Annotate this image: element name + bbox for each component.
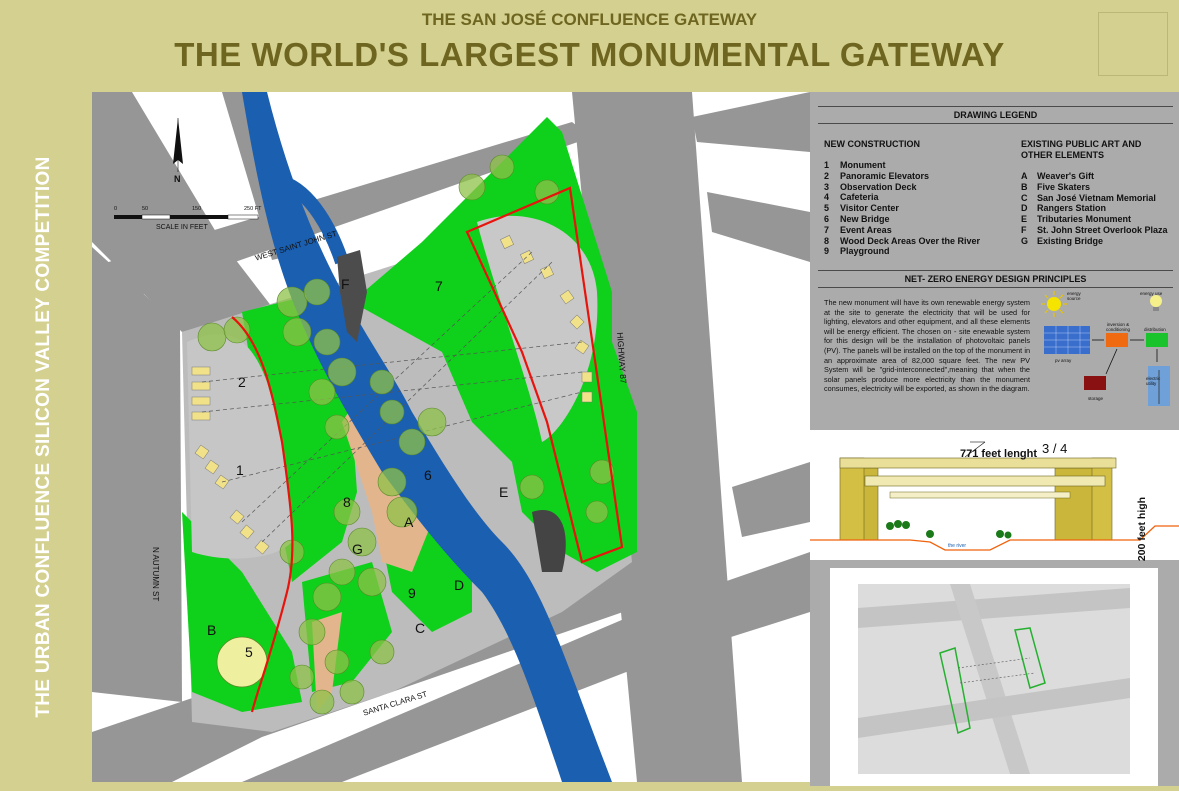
new-construction-title: NEW CONSTRUCTION: [824, 139, 920, 149]
net-zero-heading: NET- ZERO ENERGY DESIGN PRINCIPLES: [818, 270, 1173, 288]
area-label-d: D: [454, 577, 465, 593]
storage-box: [1084, 376, 1106, 390]
scale-bar: [114, 214, 259, 220]
aerial-photo-frame: [830, 568, 1158, 786]
distribution-box: [1146, 333, 1168, 347]
visitor-center-circle: [216, 636, 268, 688]
street-autumn: N AUTUMN ST: [151, 547, 160, 602]
legend-item-e: E Tributaries Monument: [1021, 214, 1132, 225]
existing-title-line1: EXISTING PUBLIC ART AND: [1021, 139, 1142, 149]
area-label-f: F: [341, 276, 350, 292]
legend-item-c: C San José Vietnam Memorial: [1021, 192, 1156, 203]
area-label-c: C: [415, 620, 426, 636]
north-label: N: [174, 174, 181, 184]
side-title: THE URBAN CONFLUENCE SILICON VALLEY COMP…: [4, 92, 84, 782]
legend-item-6: 6 New Bridge: [824, 213, 890, 224]
legend-item-1: 1 Monument: [824, 160, 886, 170]
net-zero-text: The new monument will have its own renew…: [824, 298, 1030, 394]
utility-label: electric utility: [1146, 376, 1161, 386]
drawing-legend-heading: DRAWING LEGEND: [818, 106, 1173, 124]
legend-item-b: B Five Skaters: [1021, 181, 1091, 192]
pv-array-label: pv array: [1055, 358, 1072, 363]
existing-title-line2: OTHER ELEMENTS: [1021, 150, 1105, 160]
inversion-label: inversion & conditioning: [1105, 322, 1131, 332]
area-label-1: 1: [236, 462, 244, 478]
distribution-label: distribution: [1144, 327, 1166, 332]
area-label-g: G: [352, 541, 363, 557]
legend-item-2: 2 Panoramic Elevators: [824, 170, 930, 181]
legend-item-g: G Existing Bridge: [1021, 235, 1104, 246]
bulb-icon: [1150, 295, 1162, 311]
energy-diagram: [1041, 291, 1170, 406]
side-title-text: THE URBAN CONFLUENCE SILICON VALLEY COMP…: [33, 156, 54, 718]
inverter-box: [1106, 333, 1128, 347]
area-label-6: 6: [424, 467, 432, 483]
area-label-b: B: [207, 622, 217, 638]
energy-use-label: energy use: [1140, 291, 1163, 296]
site-plan-drawing: [92, 92, 810, 782]
legend-item-d: D Rangers Station: [1021, 203, 1107, 214]
aerial-photo: [858, 584, 1130, 774]
energy-source-label: energy source: [1067, 291, 1081, 301]
scale-tick-150: 150: [192, 206, 202, 212]
area-label-9: 9: [408, 585, 416, 601]
river-label: the river: [948, 543, 967, 549]
elevation-length: 771 feet lenght: [960, 448, 1038, 460]
legend-panel: DRAWING LEGEND NEW CONSTRUCTION 1 Monumen…: [810, 92, 1179, 786]
site-plan: N 0 50 150 250 FT SCALE IN FEET WEST SAI…: [92, 92, 810, 782]
existing-list: A Weaver's Gift B Five Skaters C San José V…: [1021, 171, 1168, 247]
area-label-2: 2: [238, 374, 246, 390]
legend-item-5: 5 Visitor Center: [824, 203, 899, 214]
legend-item-7: 7 Event Areas: [824, 224, 892, 235]
storage-label: storage: [1088, 396, 1104, 401]
area-label-7: 7: [435, 278, 443, 294]
scale-label: SCALE IN FEET: [156, 224, 208, 231]
area-label-5: 5: [245, 644, 253, 660]
scale-tick-0: 0: [114, 206, 118, 212]
area-label-8: 8: [343, 494, 351, 510]
area-label-e: E: [499, 484, 509, 500]
new-construction-list: 1 Monument 2 Panoramic Elevators 3 Observat…: [824, 160, 980, 257]
scale-tick-250: 250 FT: [244, 206, 262, 212]
elevation-height-text: 200 feet high: [1136, 496, 1148, 562]
logo-placeholder: [1098, 12, 1168, 76]
area-label-a: A: [404, 514, 414, 530]
header-subtitle: THE SAN JOSÉ CONFLUENCE GATEWAY: [421, 10, 758, 29]
legend-item-3: 3 Observation Deck: [824, 181, 917, 192]
legend-item-4: 4 Cafeteria: [824, 192, 879, 203]
legend-item-9: 9 Playground: [824, 246, 890, 257]
elevation-fraction: 3 / 4: [1042, 441, 1068, 456]
scale-tick-50: 50: [142, 206, 149, 212]
legend-item-8: 8 Wood Deck Areas Over the River: [824, 235, 981, 246]
legend-item-f: F St. John Street Overlook Plaza: [1021, 224, 1168, 235]
legend-item-a: A Weaver's Gift: [1021, 171, 1094, 181]
header-title: THE WORLD'S LARGEST MONUMENTAL GATEWAY: [174, 36, 1005, 73]
sun-icon: [1041, 291, 1067, 317]
elevation-height: 200 feet high: [1132, 484, 1152, 574]
